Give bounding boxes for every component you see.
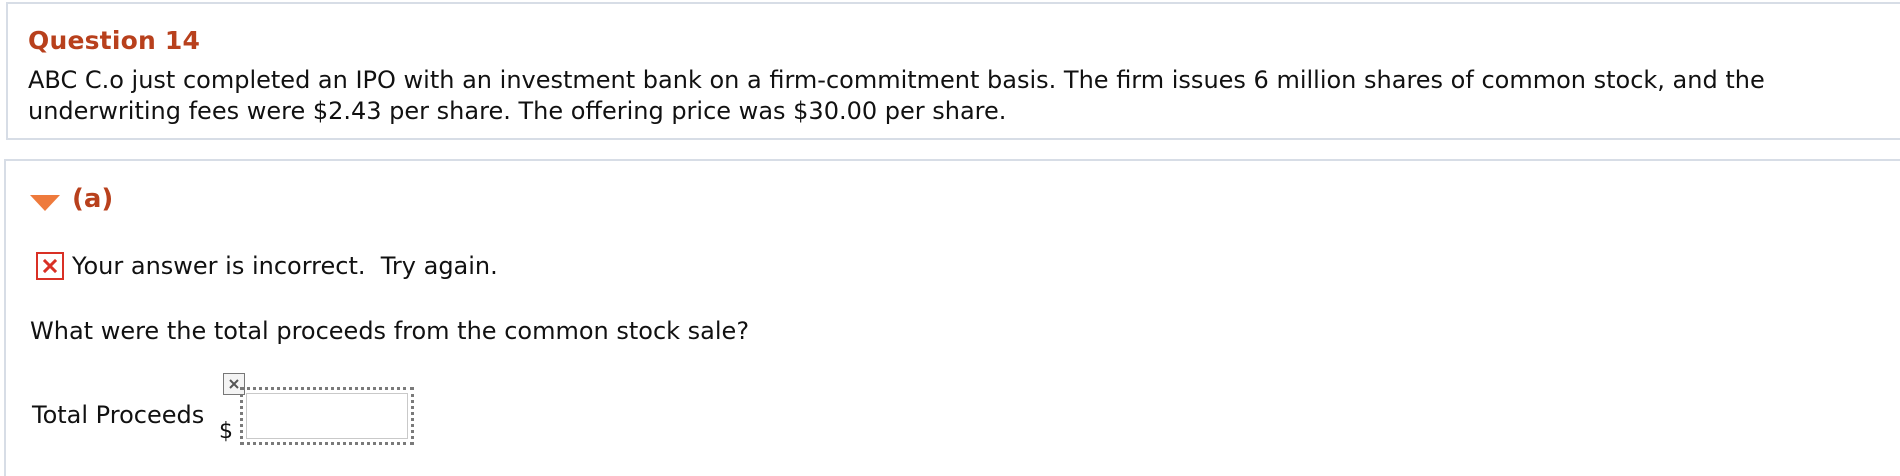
question-title: Question 14 xyxy=(28,26,201,55)
question-text: ABC C.o just completed an IPO with an in… xyxy=(28,66,1765,125)
question-prompt: What were the total proceeds from the co… xyxy=(30,317,750,345)
part-label[interactable]: (a) xyxy=(72,184,113,214)
page: Question 14 ABC C.o just completed an IP… xyxy=(0,0,1900,476)
incorrect-x-icon xyxy=(36,252,64,280)
total-proceeds-input[interactable] xyxy=(246,393,408,439)
answer-label: Total Proceeds xyxy=(32,401,205,429)
currency-symbol: $ xyxy=(219,419,233,444)
question-panel: Question 14 ABC C.o just completed an IP… xyxy=(6,2,1900,140)
feedback-message: Your answer is incorrect. Try again. xyxy=(36,249,498,283)
triangle-down-icon[interactable] xyxy=(30,195,60,211)
answer-input-focus-ring xyxy=(240,387,414,445)
feedback-text: Your answer is incorrect. Try again. xyxy=(72,252,498,280)
part-panel: (a) Your answer is incorrect. Try again.… xyxy=(4,159,1900,476)
